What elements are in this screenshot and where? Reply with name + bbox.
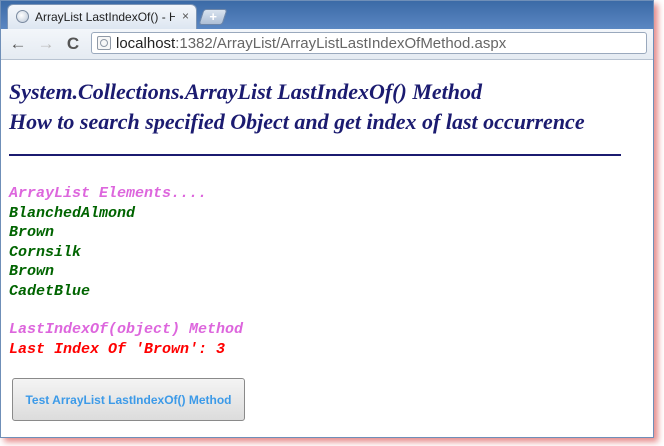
forward-button[interactable]: →: [35, 34, 57, 54]
reload-button[interactable]: C: [62, 34, 84, 54]
list-item: Brown: [9, 224, 55, 241]
page-title: System.Collections.ArrayList LastIndexOf…: [9, 79, 482, 104]
page-content: System.Collections.ArrayList LastIndexOf…: [1, 60, 653, 437]
browser-tab[interactable]: ArrayList LastIndexOf() - Ho ×: [7, 4, 197, 29]
url-host: localhost: [116, 35, 176, 52]
plus-icon: +: [209, 9, 217, 24]
tab-close-icon[interactable]: ×: [182, 9, 189, 23]
back-button[interactable]: ←: [7, 34, 29, 54]
url-path: :1382/ArrayList/ArrayListLastIndexOfMeth…: [175, 35, 507, 52]
elements-label: ArrayList Elements....: [9, 185, 208, 202]
tab-strip: ArrayList LastIndexOf() - Ho × +: [1, 1, 653, 29]
heading-divider: [9, 154, 621, 156]
url-text: localhost:1382/ArrayList/ArrayListLastIn…: [116, 35, 506, 52]
browser-toolbar: ← → C localhost:1382/ArrayList/ArrayList…: [1, 29, 653, 60]
list-item: Cornsilk: [9, 244, 82, 261]
address-bar[interactable]: localhost:1382/ArrayList/ArrayListLastIn…: [91, 32, 647, 54]
test-lastindexof-button[interactable]: Test ArrayList LastIndexOf() Method: [12, 378, 245, 421]
page-info-icon[interactable]: [97, 36, 111, 50]
method-label: LastIndexOf(object) Method: [9, 321, 244, 338]
list-item: BlanchedAlmond: [9, 205, 136, 222]
tab-title: ArrayList LastIndexOf() - Ho: [35, 10, 175, 24]
page-subtitle: How to search specified Object and get i…: [9, 109, 585, 134]
list-item: Brown: [9, 263, 55, 280]
list-item: CadetBlue: [9, 283, 91, 300]
result-text: Last Index Of 'Brown': 3: [9, 341, 226, 358]
browser-window: ArrayList LastIndexOf() - Ho × + ← → C l…: [0, 0, 654, 438]
new-tab-button[interactable]: +: [198, 9, 228, 25]
page-favicon-icon: [16, 10, 29, 23]
